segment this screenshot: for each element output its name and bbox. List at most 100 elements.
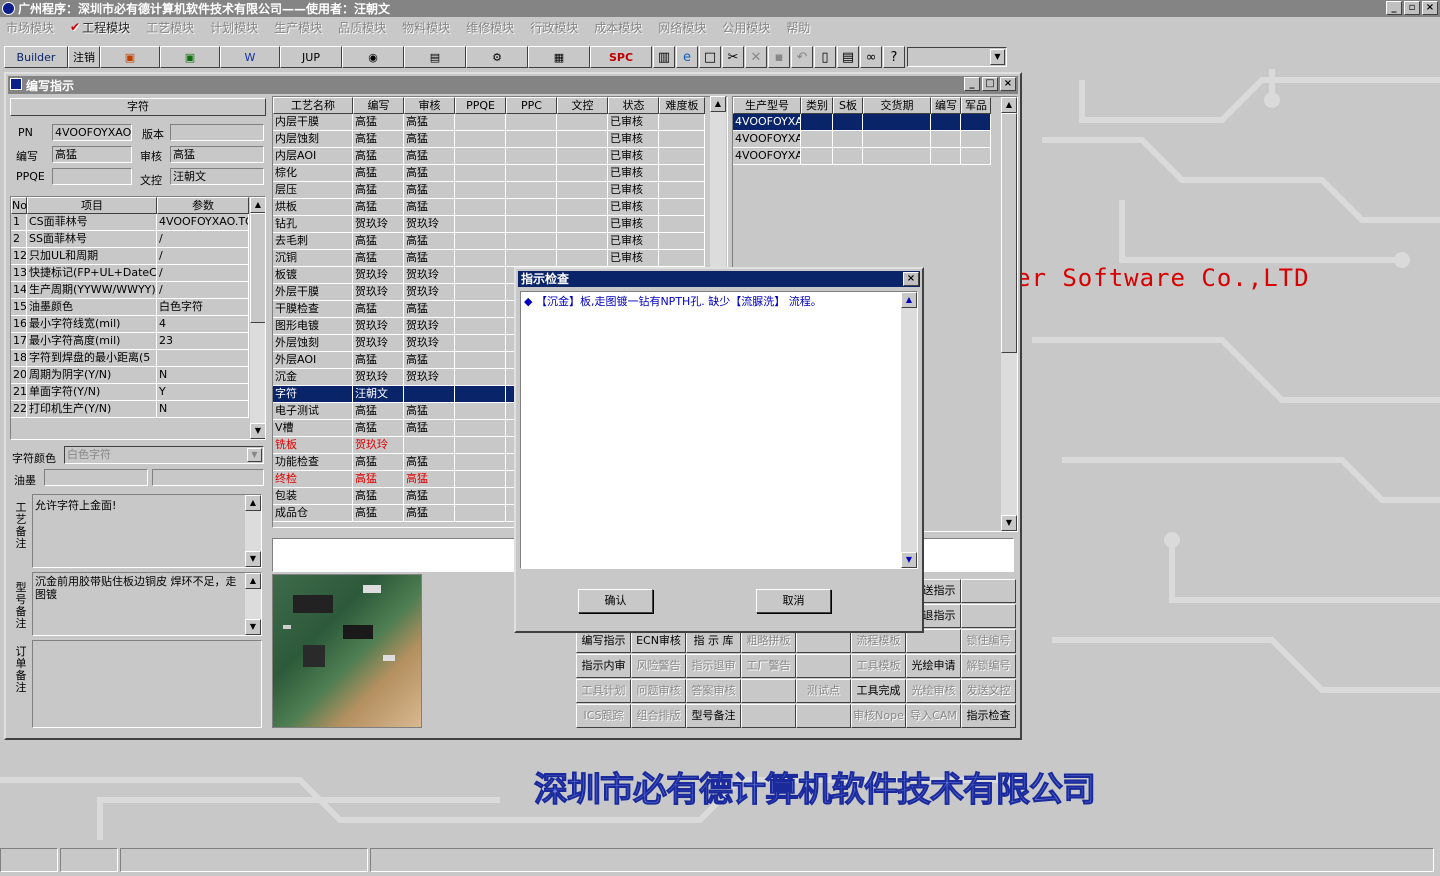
menu-engineering[interactable]: 工程模块 <box>82 19 130 36</box>
model-note-area[interactable]: 沉金前用胶带贴住板边铜皮 焊环不足，走图镀 ▲ ▼ <box>32 572 262 636</box>
pn-field[interactable]: 4VOOFOYXAO <box>52 124 132 141</box>
process-row[interactable]: 内层蚀刻 高猛 高猛 已审核 <box>273 131 705 148</box>
chevron-down-icon[interactable]: ▼ <box>247 448 262 462</box>
window-close-button[interactable]: × <box>1000 77 1016 91</box>
toolbar-combo[interactable]: ▼ <box>907 47 1007 67</box>
help-icon[interactable]: ? <box>883 46 905 68</box>
action-button[interactable]: 指示内审 <box>576 654 631 678</box>
printer-server-icon[interactable]: ▦ <box>528 46 590 68</box>
dialog-message-area[interactable]: ◆ 【沉金】板,走图镀一钻有NPTH孔. 缺少【流脲洗】 流程。 ▲ ▼ <box>520 291 918 569</box>
action-button[interactable]: 组合排版 <box>631 704 686 728</box>
process-note-area[interactable]: 允许字符上金面! ▲ ▼ <box>32 494 262 568</box>
version-field[interactable] <box>170 124 264 141</box>
dialog-cancel-button[interactable]: 取消 <box>756 589 831 613</box>
proc-col-difficulty[interactable]: 难度板 <box>659 97 705 114</box>
action-button[interactable]: 测试点 <box>796 679 851 703</box>
maximize-button[interactable]: ▫ <box>1404 1 1420 15</box>
scroll-up-icon[interactable]: ▲ <box>710 96 726 112</box>
cut-icon[interactable]: ✂ <box>722 46 744 68</box>
action-button[interactable] <box>741 679 796 703</box>
scroll-down-icon[interactable]: ▼ <box>901 552 917 568</box>
menu-material[interactable]: 物料模块 <box>402 19 450 36</box>
action-button[interactable]: 风险警告 <box>631 654 686 678</box>
menu-admin[interactable]: 行政模块 <box>530 19 578 36</box>
menu-maintenance[interactable]: 维修模块 <box>466 19 514 36</box>
scroll-down-icon[interactable]: ▼ <box>250 423 265 439</box>
param-row[interactable]: 16 最小字符线宽(mil) 4 <box>11 316 251 333</box>
param-col-value[interactable]: 参数 <box>157 197 249 214</box>
param-row[interactable]: 13 快捷标记(FP+UL+DateCo / <box>11 265 251 282</box>
param-row[interactable]: 14 生产周期(YYWW/WWYY) / <box>11 282 251 299</box>
action-button[interactable]: 工厂警告 <box>741 654 796 678</box>
action-button[interactable] <box>961 579 1016 603</box>
model-table-scrollbar[interactable]: ▲ ▼ <box>1001 97 1017 531</box>
menu-quality[interactable]: 品质模块 <box>338 19 386 36</box>
proc-col-writer[interactable]: 编写 <box>353 97 404 114</box>
network-icon[interactable]: ⚙ <box>466 46 528 68</box>
binoculars-icon[interactable]: ∞ <box>860 46 882 68</box>
window-maximize-button[interactable]: □ <box>982 77 998 91</box>
jup-button[interactable]: JUP <box>280 46 342 68</box>
scroll-down-icon[interactable]: ▼ <box>245 619 261 635</box>
action-button[interactable]: 光绘申请 <box>906 654 961 678</box>
new-file-icon[interactable]: □ <box>699 46 721 68</box>
proc-col-ppc[interactable]: PPC <box>506 97 557 114</box>
reviewer-field[interactable]: 高猛 <box>170 146 264 163</box>
model-row[interactable]: 4VOOFOYXAO <box>733 148 995 165</box>
delete-icon[interactable]: ✕ <box>745 46 767 68</box>
process-note-scrollbar[interactable]: ▲ ▼ <box>245 495 261 567</box>
doccontrol-field[interactable]: 汪朝文 <box>170 168 264 185</box>
param-row[interactable]: 1 CS面菲林号 4VOOFOYXAO.TO <box>11 214 251 231</box>
process-row[interactable]: 层压 高猛 高猛 已审核 <box>273 182 705 199</box>
param-row[interactable]: 12 只加UL和周期 / <box>11 248 251 265</box>
action-button[interactable]: 指示退审 <box>686 654 741 678</box>
action-button[interactable] <box>796 704 851 728</box>
action-button[interactable]: 锁住编号 <box>961 629 1016 653</box>
model-col-writer[interactable]: 编写 <box>931 97 961 114</box>
print-icon[interactable]: ▤ <box>837 46 859 68</box>
menu-cost[interactable]: 成本模块 <box>594 19 642 36</box>
excel-icon[interactable]: ▣ <box>160 46 220 68</box>
close-button[interactable]: × <box>1422 1 1438 15</box>
database-icon[interactable]: ▤ <box>404 46 466 68</box>
dialog-ok-button[interactable]: 确认 <box>578 589 653 613</box>
model-col-delivery[interactable]: 交货期 <box>863 97 931 114</box>
action-button[interactable] <box>961 604 1016 628</box>
eye-icon[interactable]: ◉ <box>342 46 404 68</box>
param-row[interactable]: 17 最小字符高度(mil) 23 <box>11 333 251 350</box>
ink-field-2[interactable] <box>152 469 264 486</box>
param-row[interactable]: 15 油墨颜色 白色字符 <box>11 299 251 316</box>
browser-icon[interactable]: e <box>676 46 698 68</box>
menu-common[interactable]: 公用模块 <box>722 19 770 36</box>
builder-button[interactable]: Builder <box>4 46 68 68</box>
spc-button[interactable]: SPC <box>590 46 652 68</box>
action-button[interactable]: 问题审核 <box>631 679 686 703</box>
model-col-sboard[interactable]: S板 <box>833 97 863 114</box>
menu-network[interactable]: 网络模块 <box>658 19 706 36</box>
proc-col-reviewer[interactable]: 审核 <box>404 97 455 114</box>
proc-col-status[interactable]: 状态 <box>608 97 659 114</box>
process-row[interactable]: 内层AOI 高猛 高猛 已审核 <box>273 148 705 165</box>
param-row[interactable]: 21 单面字符(Y/N) Y <box>11 384 251 401</box>
process-row[interactable]: 内层干膜 高猛 高猛 已审核 <box>273 114 705 131</box>
param-row[interactable]: 20 周期为阴字(Y/N) N <box>11 367 251 384</box>
menu-market[interactable]: 市场模块 <box>6 19 54 36</box>
word-icon[interactable]: W <box>220 46 280 68</box>
scroll-up-icon[interactable]: ▲ <box>245 573 261 589</box>
process-row[interactable]: 棕化 高猛 高猛 已审核 <box>273 165 705 182</box>
preview-icon[interactable]: ▯ <box>814 46 836 68</box>
scroll-up-icon[interactable]: ▲ <box>901 292 917 308</box>
action-button[interactable]: 解锁编号 <box>961 654 1016 678</box>
char-color-select[interactable]: 白色字符 ▼ <box>64 446 264 464</box>
menu-help[interactable]: 帮助 <box>786 19 810 36</box>
ink-field-1[interactable] <box>44 469 148 486</box>
chevron-down-icon[interactable]: ▼ <box>990 49 1005 65</box>
menu-process[interactable]: 工艺模块 <box>146 19 194 36</box>
param-row[interactable]: 22 打印机生产(Y/N) N <box>11 401 251 418</box>
action-button[interactable]: 审核Nope <box>851 704 906 728</box>
window-minimize-button[interactable]: _ <box>964 77 980 91</box>
powerpoint-icon[interactable]: ▣ <box>100 46 160 68</box>
proc-col-name[interactable]: 工艺名称 <box>273 97 353 114</box>
dialog-scrollbar[interactable]: ▲ ▼ <box>901 292 917 568</box>
calendar-icon[interactable]: ▥ <box>653 46 675 68</box>
